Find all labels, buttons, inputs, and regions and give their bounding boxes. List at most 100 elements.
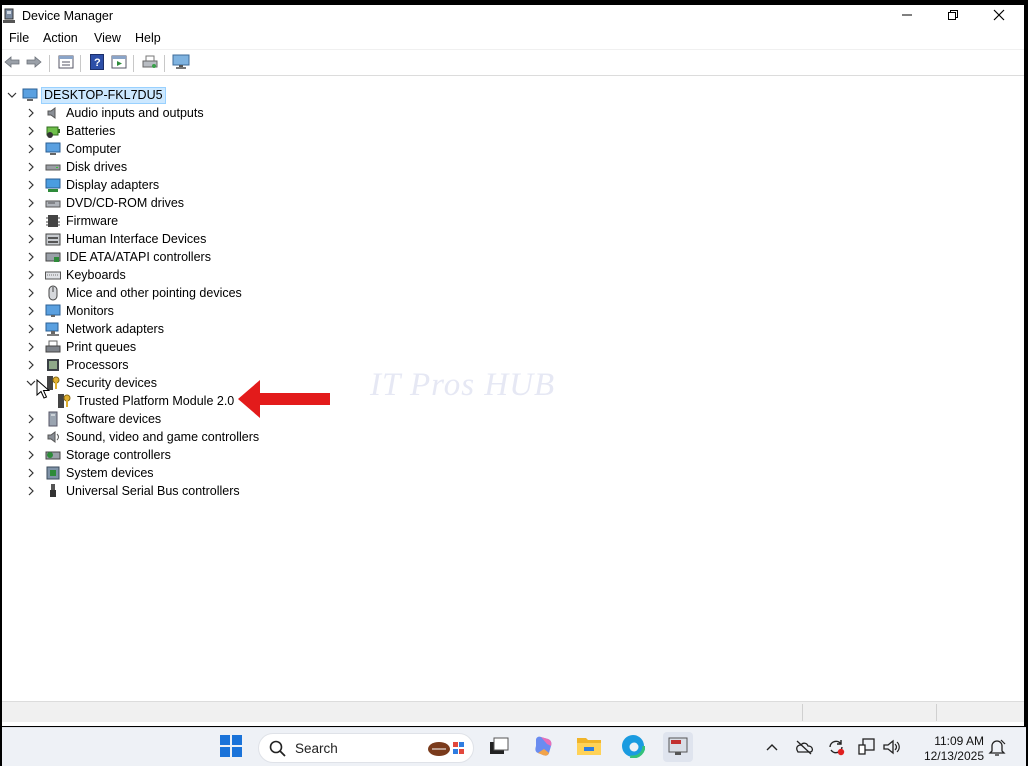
expand-chevron-icon[interactable] — [25, 485, 37, 497]
sync-tray-button[interactable] — [826, 738, 846, 758]
menu-action[interactable]: Action — [43, 31, 78, 45]
firmware-icon — [45, 213, 61, 229]
tree-category-label: Storage controllers — [66, 448, 171, 462]
copilot-button[interactable] — [531, 734, 557, 760]
expand-chevron-icon[interactable] — [25, 323, 37, 335]
tree-category-item[interactable]: Audio inputs and outputs — [25, 104, 204, 122]
tree-category-item[interactable]: Software devices — [25, 410, 161, 428]
expand-chevron-icon[interactable] — [25, 449, 37, 461]
battery-icon — [45, 123, 61, 139]
restore-button[interactable] — [930, 5, 976, 28]
tree-category-item[interactable]: Firmware — [25, 212, 118, 230]
scan-hardware-button[interactable] — [171, 54, 191, 73]
menu-file[interactable]: File — [9, 31, 29, 45]
back-button[interactable] — [2, 54, 22, 73]
watermark: IT Pros HUB — [370, 367, 556, 403]
collapse-chevron-icon[interactable] — [6, 89, 18, 101]
expand-chevron-icon[interactable] — [25, 107, 37, 119]
tree-category-item[interactable]: Mice and other pointing devices — [25, 284, 242, 302]
tree-category-item[interactable]: Computer — [25, 140, 121, 158]
help-button[interactable]: ? — [87, 54, 107, 73]
tree-category-label: Display adapters — [66, 178, 160, 192]
expand-chevron-icon[interactable] — [25, 467, 37, 479]
forward-button[interactable] — [24, 54, 44, 73]
display-tray-button[interactable] — [858, 737, 878, 758]
tree-category-item[interactable]: DVD/CD-ROM drives — [25, 194, 184, 212]
taskbar-search[interactable]: Search — [258, 733, 474, 763]
expand-chevron-icon[interactable] — [25, 359, 37, 371]
tree-category-item[interactable]: Batteries — [25, 122, 115, 140]
printer-icon — [45, 339, 61, 355]
onedrive-tray-button[interactable] — [794, 738, 814, 758]
print-button[interactable] — [140, 54, 160, 73]
tree-category-item[interactable]: Human Interface Devices — [25, 230, 206, 248]
tree-category-label: System devices — [66, 466, 154, 480]
edge-button[interactable] — [620, 733, 646, 760]
tree-device-item[interactable]: Trusted Platform Module 2.0 — [48, 392, 234, 410]
expand-chevron-icon[interactable] — [25, 125, 37, 137]
tree-category-item[interactable]: Display adapters — [25, 176, 159, 194]
tree-category-label: Human Interface Devices — [66, 232, 207, 246]
tree-category-item[interactable]: Processors — [25, 356, 129, 374]
expand-chevron-icon[interactable] — [25, 305, 37, 317]
keyboard-icon — [45, 267, 61, 283]
tree-category-item[interactable]: System devices — [25, 464, 154, 482]
expand-chevron-icon[interactable] — [25, 233, 37, 245]
menu-view[interactable]: View — [94, 31, 121, 45]
file-explorer-button[interactable] — [576, 734, 602, 760]
back-icon — [4, 55, 20, 72]
search-icon — [269, 740, 287, 761]
expand-chevron-icon[interactable] — [25, 143, 37, 155]
minimize-button[interactable] — [884, 5, 930, 28]
mouse-cursor-icon — [36, 378, 51, 402]
expand-chevron-icon[interactable] — [25, 431, 37, 443]
expand-chevron-icon[interactable] — [25, 413, 37, 425]
tree-category-item[interactable]: IDE ATA/ATAPI controllers — [25, 248, 211, 266]
tree-root[interactable]: DESKTOP-FKL7DU5 — [6, 86, 166, 104]
tree-category-label: DVD/CD-ROM drives — [66, 196, 185, 210]
tree-category-label: Processors — [66, 358, 129, 372]
restore-icon — [947, 9, 959, 24]
expand-chevron-icon[interactable] — [25, 197, 37, 209]
expand-chevron-icon[interactable] — [25, 287, 37, 299]
volume-tray-button[interactable] — [882, 738, 902, 758]
tree-category-label: Audio inputs and outputs — [66, 106, 204, 120]
device-manager-taskbar-button[interactable] — [663, 732, 693, 762]
tree-category-item[interactable]: Universal Serial Bus controllers — [25, 482, 240, 500]
expand-chevron-icon[interactable] — [25, 341, 37, 353]
tree-category-item[interactable]: Sound, video and game controllers — [25, 428, 259, 446]
title-bar[interactable]: Device Manager — [2, 5, 1024, 28]
close-icon — [993, 9, 1005, 24]
expand-chevron-icon[interactable] — [25, 269, 37, 281]
expand-chevron-icon[interactable] — [25, 215, 37, 227]
tree-category-item[interactable]: Disk drives — [25, 158, 127, 176]
show-hidden-icons-button[interactable] — [762, 738, 782, 758]
toolbar: ? — [2, 51, 1024, 76]
toolbar-separator — [133, 55, 134, 72]
device-manager-window: Device Manager File Action View Help ? D… — [2, 5, 1024, 726]
svg-text:?: ? — [94, 57, 101, 69]
close-button[interactable] — [976, 5, 1022, 28]
copilot-icon — [532, 734, 556, 761]
expand-chevron-icon[interactable] — [25, 161, 37, 173]
tree-category-label: Batteries — [66, 124, 116, 138]
menu-help[interactable]: Help — [135, 31, 161, 45]
tree-category-item[interactable]: Print queues — [25, 338, 136, 356]
expand-chevron-icon[interactable] — [25, 251, 37, 263]
tree-category-item[interactable]: Network adapters — [25, 320, 164, 338]
computer-icon — [22, 87, 38, 103]
sync-icon — [826, 738, 846, 759]
tree-category-item[interactable]: Storage controllers — [25, 446, 171, 464]
taskbar-clock[interactable]: 11:09 AM 12/13/2025 — [914, 734, 984, 764]
update-driver-button[interactable] — [109, 54, 129, 73]
expand-chevron-icon[interactable] — [25, 179, 37, 191]
notifications-button[interactable] — [987, 738, 1007, 758]
tree-category-label: Security devices — [66, 376, 158, 390]
help-icon: ? — [90, 54, 104, 73]
start-button[interactable] — [218, 734, 244, 760]
task-view-button[interactable] — [486, 734, 512, 760]
tree-category-item[interactable]: Monitors — [25, 302, 114, 320]
properties-button[interactable] — [56, 54, 76, 73]
computer-icon — [45, 141, 61, 157]
tree-category-item[interactable]: Keyboards — [25, 266, 126, 284]
